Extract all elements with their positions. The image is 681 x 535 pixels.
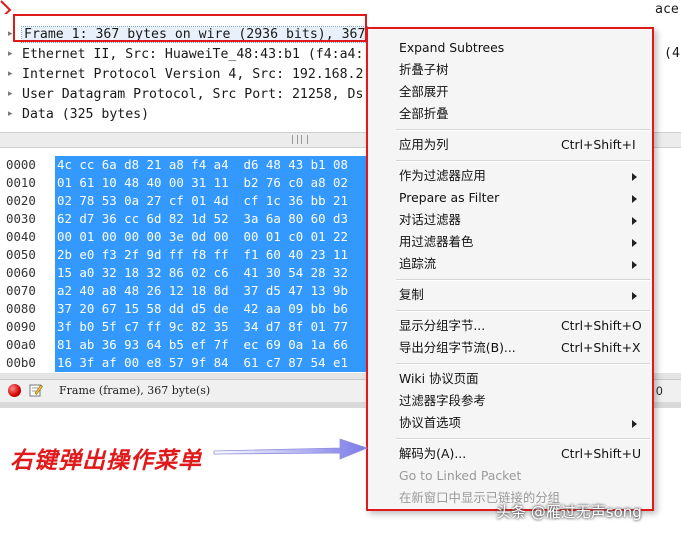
expand-arrow-icon[interactable]: ▸ — [8, 89, 18, 99]
expand-arrow-icon[interactable]: ▸ — [8, 109, 18, 119]
menu-item-label: 全部展开 — [399, 84, 449, 99]
hex-offset: 0020 — [6, 193, 36, 208]
menu-item-label: 全部折叠 — [399, 106, 449, 121]
hex-bytes[interactable]: 81 ab 36 93 64 b5 ef 7f ec 69 0a 1a 66 — [55, 336, 377, 354]
hex-bytes[interactable]: 15 a0 32 18 32 86 02 c6 41 30 54 28 32 — [55, 264, 377, 282]
hex-bytes[interactable]: 16 3f af 00 e8 57 9f 84 61 c7 87 54 e1 — [55, 354, 377, 372]
expand-arrow-icon[interactable]: ▸ — [8, 49, 18, 59]
truncated-top-text: ace — [655, 2, 679, 17]
menu-separator — [396, 129, 650, 131]
menu-item-apply-as-column[interactable]: 应用为列 Ctrl+Shift+I — [368, 134, 652, 156]
hex-bytes[interactable]: 2b e0 f3 2f 9d ff f8 ff f1 60 40 23 11 — [55, 246, 377, 264]
hex-bytes[interactable]: 00 01 00 00 00 3e 0d 00 00 01 c0 01 22 — [55, 228, 377, 246]
watermark: 头条 @雁过无声song — [496, 503, 642, 521]
tree-row-label: Data (325 bytes) — [22, 106, 150, 122]
menu-item-label: 用过滤器着色 — [399, 234, 474, 249]
tree-row-label: User Datagram Protocol, Src Port: 21258,… — [22, 86, 364, 102]
hex-bytes[interactable]: 62 d7 36 cc 6d 82 1d 52 3a 6a 80 60 d3 — [55, 210, 377, 228]
menu-separator — [396, 363, 650, 365]
status-text: Frame (frame), 367 byte(s) — [59, 384, 211, 397]
splitter-grip-icon[interactable] — [292, 135, 308, 144]
menu-separator — [396, 310, 650, 312]
menu-item-label: Prepare as Filter — [399, 190, 500, 205]
menu-item-shortcut: Ctrl+Shift+X — [561, 340, 641, 355]
menu-item-expand-subtrees[interactable]: Expand Subtrees — [368, 37, 652, 59]
menu-separator — [396, 279, 650, 281]
menu-item-label: 折叠子树 — [399, 62, 449, 77]
submenu-arrow-icon — [632, 239, 637, 247]
truncated-right-text: (4 — [664, 46, 680, 61]
menu-item-expand-all[interactable]: 全部展开 — [368, 81, 652, 103]
expand-arrow-icon[interactable]: ▸ — [8, 69, 18, 79]
hex-bytes[interactable]: 37 20 67 15 58 dd d5 de 42 aa 09 bb b6 — [55, 300, 377, 318]
hex-offset: 0090 — [6, 319, 36, 334]
submenu-arrow-icon — [632, 292, 637, 300]
menu-item-wiki-protocol-page[interactable]: Wiki 协议页面 — [368, 368, 652, 390]
menu-item-shortcut: Ctrl+Shift+O — [561, 318, 642, 333]
menu-item-show-packet-bytes[interactable]: 显示分组字节... Ctrl+Shift+O — [368, 315, 652, 337]
highlight-box — [13, 14, 367, 42]
menu-item-label: Expand Subtrees — [399, 40, 505, 55]
hex-offset: 0010 — [6, 175, 36, 190]
menu-item-protocol-preferences[interactable]: 协议首选项 — [368, 412, 652, 434]
menu-item-filter-field-reference[interactable]: 过滤器字段参考 — [368, 390, 652, 412]
menu-item-label: Wiki 协议页面 — [399, 371, 479, 386]
menu-item-label: 过滤器字段参考 — [399, 393, 486, 408]
menu-item-label: 对话过滤器 — [399, 212, 461, 227]
status-count: 0 — [656, 384, 663, 398]
menu-item-label: 作为过滤器应用 — [399, 168, 486, 183]
hex-bytes[interactable]: 4c cc 6a d8 21 a8 f4 a4 d6 48 43 b1 08 — [55, 156, 377, 174]
hex-offset: 0050 — [6, 247, 36, 262]
submenu-arrow-icon — [632, 173, 637, 181]
menu-item-follow-stream[interactable]: 追踪流 — [368, 253, 652, 275]
menu-item-label: 追踪流 — [399, 256, 437, 271]
menu-item-shortcut: Ctrl+Shift+I — [561, 137, 636, 152]
menu-item-label: Go to Linked Packet — [399, 468, 522, 483]
menu-item-collapse-all[interactable]: 全部折叠 — [368, 103, 652, 125]
tree-row-label: Ethernet II, Src: HuaweiTe_48:43:b1 (f4:… — [22, 46, 364, 62]
hex-offset: 00a0 — [6, 337, 36, 352]
menu-item-decode-as[interactable]: 解码为(A)... Ctrl+Shift+U — [368, 443, 652, 465]
menu-item-shortcut: Ctrl+Shift+U — [561, 446, 642, 461]
menu-item-copy[interactable]: 复制 — [368, 284, 652, 306]
hex-bytes[interactable]: 02 78 53 0a 27 cf 01 4d cf 1c 36 bb 21 — [55, 192, 377, 210]
menu-item-label: 显示分组字节... — [399, 318, 486, 333]
submenu-arrow-icon — [632, 420, 637, 428]
menu-item-label: 协议首选项 — [399, 415, 461, 430]
menu-separator — [396, 438, 650, 440]
menu-item-label: 应用为列 — [399, 137, 449, 152]
submenu-arrow-icon — [632, 217, 637, 225]
menu-item-export-packet-bytes[interactable]: 导出分组字节流(B)... Ctrl+Shift+X — [368, 337, 652, 359]
annotation-arrow-icon — [213, 438, 369, 460]
menu-separator — [396, 160, 650, 162]
menu-item-colorize-with-filter[interactable]: 用过滤器着色 — [368, 231, 652, 253]
menu-item-go-to-linked-packet[interactable]: Go to Linked Packet — [368, 465, 652, 487]
context-menu[interactable]: Expand Subtrees 折叠子树 全部展开 全部折叠 应用为列 Ctrl+… — [366, 27, 654, 511]
hex-bytes[interactable]: 01 61 10 48 40 00 31 11 b2 76 c0 a8 02 — [55, 174, 377, 192]
hex-offset: 0030 — [6, 211, 36, 226]
tree-row-label: Internet Protocol Version 4, Src: 192.16… — [22, 66, 364, 82]
hex-offset: 0000 — [6, 157, 36, 172]
expert-info-status-icon[interactable] — [8, 384, 21, 397]
hex-offset: 00b0 — [6, 355, 36, 370]
menu-item-collapse-subtrees[interactable]: 折叠子树 — [368, 59, 652, 81]
edit-comment-icon[interactable] — [29, 383, 43, 397]
submenu-arrow-icon — [632, 195, 637, 203]
menu-item-prepare-as-filter[interactable]: Prepare as Filter — [368, 187, 652, 209]
hex-offset: 0070 — [6, 283, 36, 298]
menu-item-conversation-filter[interactable]: 对话过滤器 — [368, 209, 652, 231]
menu-item-apply-as-filter[interactable]: 作为过滤器应用 — [368, 165, 652, 187]
annotation-label: 右键弹出操作菜单 — [10, 447, 202, 474]
hex-offset: 0060 — [6, 265, 36, 280]
menu-item-label: 解码为(A)... — [399, 446, 467, 461]
hex-offset: 0080 — [6, 301, 36, 316]
hex-bytes[interactable]: 3f b0 5f c7 ff 9c 82 35 34 d7 8f 01 77 — [55, 318, 377, 336]
submenu-arrow-icon — [632, 261, 637, 269]
hex-bytes[interactable]: a2 40 a8 48 26 12 18 8d 37 d5 47 13 9b — [55, 282, 377, 300]
menu-item-label: 导出分组字节流(B)... — [399, 340, 516, 355]
hex-offset: 0040 — [6, 229, 36, 244]
menu-item-label: 复制 — [399, 287, 424, 302]
